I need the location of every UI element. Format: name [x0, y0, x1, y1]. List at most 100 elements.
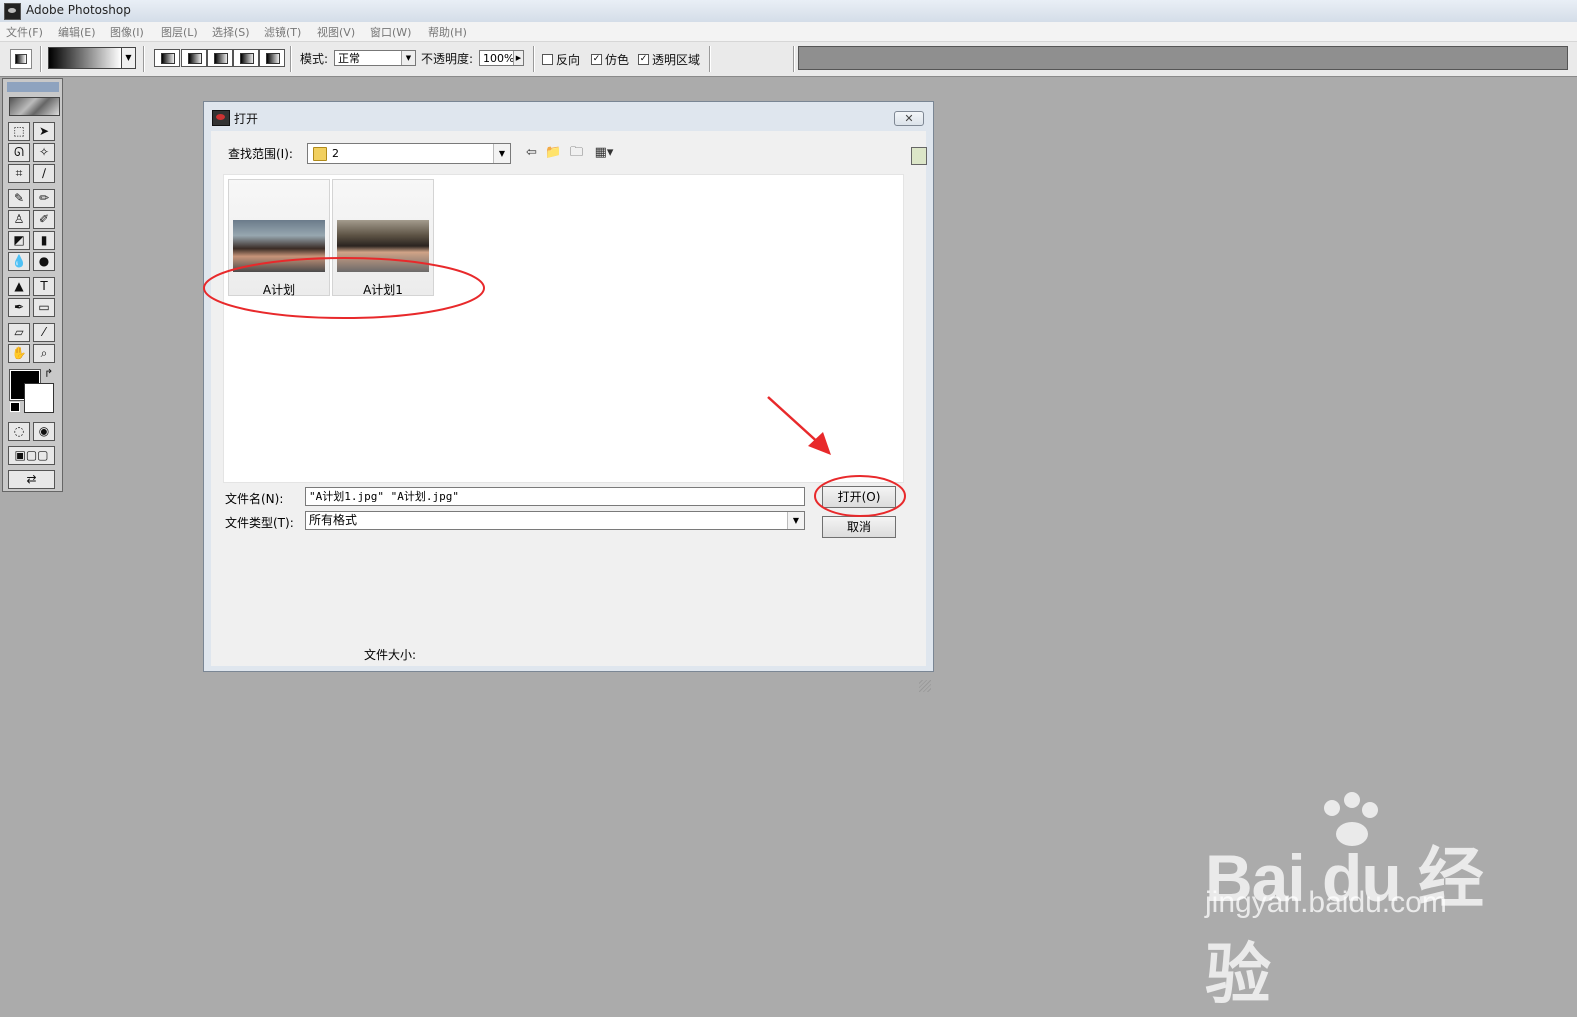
dodge-tool[interactable]: ●: [33, 252, 55, 271]
transparency-checkbox[interactable]: ✓: [638, 54, 649, 65]
eraser-tool[interactable]: ◩: [8, 231, 30, 250]
watermark-url: jingyan.baidu.com: [1205, 886, 1447, 919]
chevron-down-icon: ▼: [401, 51, 415, 65]
file-name: A计划1: [363, 283, 403, 297]
default-colors-icon[interactable]: [10, 402, 20, 412]
back-arrow-icon[interactable]: ⇦: [523, 145, 540, 161]
menu-layer[interactable]: 图层(L): [161, 24, 198, 40]
mode-select[interactable]: 正常 ▼: [334, 50, 416, 66]
new-folder-icon[interactable]: 🗀: [568, 145, 585, 161]
chevron-down-icon: ▼: [493, 144, 510, 163]
options-divider: [40, 46, 42, 72]
radial-gradient-button[interactable]: [181, 49, 207, 67]
toolbox-grip[interactable]: [7, 82, 59, 92]
app-title: Adobe Photoshop: [26, 3, 131, 17]
look-in-label: 查找范围(I):: [228, 147, 293, 161]
clone-stamp-tool[interactable]: ♙: [8, 210, 30, 229]
photoshop-app-icon: [212, 110, 230, 126]
healing-brush-tool[interactable]: ✎: [8, 189, 30, 208]
mode-label: 模式:: [300, 52, 329, 66]
resize-grip-icon[interactable]: [919, 680, 931, 692]
zoom-tool[interactable]: ⌕: [33, 344, 55, 363]
photoshop-logo-icon[interactable]: [9, 97, 60, 116]
reverse-checkbox[interactable]: [542, 54, 553, 65]
swap-colors-icon[interactable]: ↱: [44, 367, 53, 380]
options-divider: [290, 46, 292, 72]
open-dialog: 打开 ✕ 查找范围(I): 2 ▼ ⇦ 📁 🗀 ▦▾ A计划 A计划1 文件名(…: [203, 101, 934, 692]
filesize-label: 文件大小:: [364, 648, 417, 662]
mode-value: 正常: [338, 52, 360, 65]
marquee-tool[interactable]: ⬚: [8, 122, 30, 141]
background-color-swatch[interactable]: [24, 383, 54, 413]
opacity-value: 100%: [483, 52, 515, 65]
lasso-tool[interactable]: ᘏ: [8, 143, 30, 162]
angle-gradient-button[interactable]: [207, 49, 233, 67]
transparency-label: 透明区域: [652, 53, 701, 67]
menu-view[interactable]: 视图(V): [317, 24, 355, 40]
rectangle-tool[interactable]: ▭: [33, 298, 55, 317]
notes-tool[interactable]: ▱: [8, 323, 30, 342]
menu-filter[interactable]: 滤镜(T): [264, 24, 301, 40]
preview-icon[interactable]: [911, 147, 927, 165]
menu-image[interactable]: 图像(I): [110, 24, 144, 40]
file-list[interactable]: A计划 A计划1: [223, 174, 904, 483]
dialog-title: 打开: [234, 112, 259, 126]
menu-window[interactable]: 窗口(W): [370, 24, 411, 40]
gradient-picker[interactable]: [48, 47, 122, 69]
title-bar: Adobe Photoshop: [0, 0, 1577, 23]
filetype-label: 文件类型(T):: [225, 516, 294, 530]
pen-tool[interactable]: ✒: [8, 298, 30, 317]
filename-label: 文件名(N):: [225, 492, 284, 506]
photoshop-app-icon: [4, 3, 21, 20]
options-divider: [709, 46, 711, 72]
baidu-watermark: Bai du 经验 jingyan.baidu.com: [1205, 790, 1505, 1011]
close-button[interactable]: ✕: [894, 111, 924, 126]
opacity-field[interactable]: 100% ▶: [479, 50, 524, 66]
file-thumbnail: [233, 220, 325, 272]
dialog-body: 查找范围(I): 2 ▼ ⇦ 📁 🗀 ▦▾ A计划 A计划1 文件名(N): "…: [211, 131, 931, 692]
tool-preset-picker[interactable]: [10, 49, 32, 69]
screen-mode-icon[interactable]: ▣▢▢: [8, 446, 55, 465]
up-folder-icon[interactable]: 📁: [545, 145, 562, 161]
reflected-gradient-button[interactable]: [233, 49, 259, 67]
menu-edit[interactable]: 编辑(E): [58, 24, 96, 40]
watermark-brand: Bai du 经验: [1205, 841, 1484, 1011]
eyedropper-tool[interactable]: ⁄: [33, 323, 55, 342]
slice-tool[interactable]: ∕: [33, 164, 55, 183]
quick-mask-icon[interactable]: ◉: [33, 422, 55, 441]
dither-checkbox[interactable]: ✓: [591, 54, 602, 65]
magic-wand-tool[interactable]: ✧: [33, 143, 55, 162]
opacity-label: 不透明度:: [421, 52, 474, 66]
cancel-button[interactable]: 取消: [822, 516, 896, 538]
diamond-gradient-button[interactable]: [259, 49, 285, 67]
blur-tool[interactable]: 💧: [8, 252, 30, 271]
hand-tool[interactable]: ✋: [8, 344, 30, 363]
menu-file[interactable]: 文件(F): [6, 24, 43, 40]
type-tool[interactable]: T: [33, 277, 55, 296]
crop-tool[interactable]: ⌗: [8, 164, 30, 183]
linear-gradient-button[interactable]: [154, 49, 180, 67]
open-button[interactable]: 打开(O): [822, 486, 896, 508]
jump-to-imageready-icon[interactable]: ⇄: [8, 470, 55, 489]
options-divider: [533, 46, 535, 72]
chevron-down-icon: ▼: [787, 512, 804, 529]
menu-help[interactable]: 帮助(H): [428, 24, 467, 40]
filetype-select[interactable]: 所有格式 ▼: [305, 511, 805, 530]
file-thumbnail: [337, 220, 429, 272]
gradient-dropdown-arrow[interactable]: ▼: [121, 47, 136, 69]
view-menu-icon[interactable]: ▦▾: [591, 145, 617, 161]
look-in-select[interactable]: 2 ▼: [307, 143, 511, 164]
file-item[interactable]: A计划1: [332, 179, 434, 297]
brush-tool[interactable]: ✏: [33, 189, 55, 208]
gradient-tool[interactable]: ▮: [33, 231, 55, 250]
path-selection-tool[interactable]: ▲: [8, 277, 30, 296]
file-item[interactable]: A计划: [228, 179, 330, 297]
menu-select[interactable]: 选择(S): [212, 24, 250, 40]
filename-input[interactable]: "A计划1.jpg" "A计划.jpg": [305, 487, 805, 506]
standard-mode-icon[interactable]: ◌: [8, 422, 30, 441]
history-brush-tool[interactable]: ✐: [33, 210, 55, 229]
reverse-label: 反向: [556, 53, 581, 67]
file-name: A计划: [262, 283, 296, 297]
dither-label: 仿色: [605, 53, 630, 67]
move-tool[interactable]: ➤: [33, 122, 55, 141]
